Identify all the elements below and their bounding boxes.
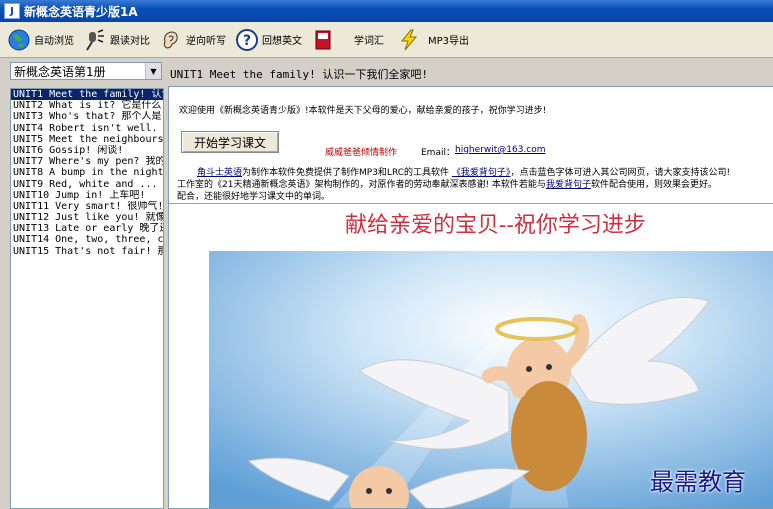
lightning-button[interactable] <box>396 24 424 56</box>
divider <box>169 203 773 205</box>
reverse-dictation-label: 逆向听写 <box>186 36 226 47</box>
love-sentences-link[interactable]: 《我爱背句子》 <box>452 168 511 178</box>
book-button[interactable] <box>310 24 338 56</box>
lesson-item[interactable]: UNIT11 Very smart! 很帅气! <box>11 201 163 212</box>
auto-browse-button[interactable]: 自动浏览 <box>6 24 74 56</box>
title-bar: J 新概念英语青少版1A <box>0 0 773 22</box>
globe-icon <box>6 27 32 53</box>
lesson-item[interactable]: UNIT5 Meet the neighbours! <box>11 134 163 145</box>
lesson-list[interactable]: UNIT1 Meet the family! 认识 UNIT2 What is … <box>10 88 164 509</box>
learn-vocabulary-button[interactable]: 学词汇 <box>354 24 384 56</box>
lesson-item[interactable]: UNIT4 Robert isn't well. 罗 <box>11 123 163 134</box>
book-dropdown[interactable]: 新概念英语第1册 ▼ <box>10 62 162 80</box>
info-text: 为制作本软件免费提供了制作MP3和LRC的工具软件 <box>242 168 450 178</box>
love-sentences-link-2[interactable]: 我爱背句子 <box>546 180 591 190</box>
start-lesson-button[interactable]: 开始学习课文 <box>181 131 279 153</box>
unit-heading: UNIT1 Meet the family! 认识一下我们全家吧! <box>170 68 428 81</box>
recall-english-label: 回想英文 <box>262 36 302 47</box>
ear-icon <box>158 27 184 53</box>
lesson-item[interactable]: UNIT14 One, two, three, ca <box>11 234 163 245</box>
lightning-icon <box>396 27 422 53</box>
content-pane: 欢迎使用《新概念英语青少版》!本软件是天下父母的爱心，献给亲爱的孩子，祝你学习进… <box>168 86 773 509</box>
svg-text:?: ? <box>243 33 251 49</box>
recall-english-button[interactable]: ? 回想英文 <box>234 24 302 56</box>
lesson-item[interactable]: UNIT7 Where's my pen? 我的 <box>11 156 163 167</box>
email-label: Email： <box>421 148 455 158</box>
info-paragraph-1: 角斗士英语为制作本软件免费提供了制作MP3和LRC的工具软件 《我爱背句子》，点… <box>177 167 773 179</box>
lesson-item[interactable]: UNIT15 That's not fair! 那 <box>11 246 163 257</box>
info-text: 软件配合使用，则效果会更好。 <box>590 180 717 190</box>
info-paragraph-2: 工作室的《21天精通新概念英语》架构制作的，对原作者的劳动奉献深表感谢! 本软件… <box>177 179 773 191</box>
lesson-item[interactable]: UNIT8 A bump in the night! <box>11 167 163 178</box>
lesson-item[interactable]: UNIT9 Red, white and ... P <box>11 179 163 190</box>
author-credit: 威威爸爸倾情制作 <box>325 148 398 158</box>
toolbar: 自动浏览 跟读对比 逆向听写 ? 回想英文 学词汇 MP3导出 <box>0 22 773 58</box>
lesson-item[interactable]: UNIT2 What is it? 它是什么 <box>11 100 163 111</box>
lesson-item[interactable]: UNIT13 Late or early 晚了还 <box>11 223 163 234</box>
reverse-dictation-button[interactable]: 逆向听写 <box>158 24 226 56</box>
info-text: ，点击蓝色字体可进入其公司网页，请大家支持该公司! <box>510 168 731 178</box>
dedication-heading: 献给亲爱的宝贝--祝你学习进步 <box>345 213 646 238</box>
app-icon: J <box>4 3 20 19</box>
lesson-item[interactable]: UNIT1 Meet the family! 认识 <box>11 89 163 101</box>
question-icon: ? <box>234 27 260 53</box>
window-title: 新概念英语青少版1A <box>24 4 138 19</box>
book-dropdown-value: 新概念英语第1册 <box>14 64 106 79</box>
mp3-export-button[interactable]: MP3导出 <box>428 24 469 56</box>
info-text: 工作室的《21天精通新概念英语》架构制作的，对原作者的劳动奉献深表感谢! 本软件… <box>177 180 546 190</box>
welcome-text: 欢迎使用《新概念英语青少版》!本软件是天下父母的爱心，献给亲爱的孩子，祝你学习进… <box>179 106 547 116</box>
watermark: 最需教育 <box>650 468 746 496</box>
gladiator-english-link[interactable]: 角斗士英语 <box>197 168 242 178</box>
mp3-export-label: MP3导出 <box>428 36 470 47</box>
info-paragraph-3: 配合，还能很好地学习课文中的单词。 <box>177 192 331 202</box>
lesson-item[interactable]: UNIT10 Jump in! 上车吧! <box>11 190 163 201</box>
chevron-down-icon[interactable]: ▼ <box>145 63 161 79</box>
auto-browse-label: 自动浏览 <box>34 36 74 47</box>
info-block: 角斗士英语为制作本软件免费提供了制作MP3和LRC的工具软件 《我爱背句子》，点… <box>177 167 773 203</box>
learn-vocabulary-label: 学词汇 <box>354 36 384 47</box>
lesson-item[interactable]: UNIT3 Who's that? 那个人是 <box>11 111 163 122</box>
lesson-item[interactable]: UNIT6 Gossip! 闲谈! <box>11 145 163 156</box>
email-link[interactable]: higherwit@163.com <box>455 145 546 155</box>
book-icon <box>310 27 336 53</box>
repeat-compare-label: 跟读对比 <box>110 36 150 47</box>
microphone-icon <box>82 27 108 53</box>
repeat-compare-button[interactable]: 跟读对比 <box>82 24 150 56</box>
lesson-item[interactable]: UNIT12 Just like you! 就像 <box>11 212 163 223</box>
